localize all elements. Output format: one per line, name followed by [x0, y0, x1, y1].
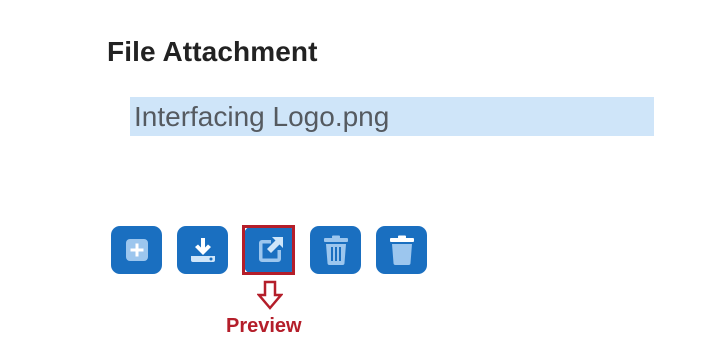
- delete-all-button[interactable]: [310, 226, 361, 274]
- trash-icon: [388, 235, 416, 265]
- preview-button[interactable]: [244, 226, 295, 274]
- arrow-down-icon: [256, 280, 284, 315]
- section-title: File Attachment: [107, 36, 318, 67]
- attachment-filename: Interfacing Logo.png: [134, 101, 390, 132]
- download-icon: [188, 235, 218, 265]
- open-external-icon: [254, 234, 286, 266]
- attachment-item[interactable]: Interfacing Logo.png: [130, 97, 654, 136]
- delete-button[interactable]: [376, 226, 427, 274]
- plus-square-icon: [125, 238, 149, 262]
- preview-annotation-label: Preview: [226, 315, 302, 337]
- trash-can-icon: [322, 235, 350, 265]
- add-button[interactable]: [111, 226, 162, 274]
- download-button[interactable]: [177, 226, 228, 274]
